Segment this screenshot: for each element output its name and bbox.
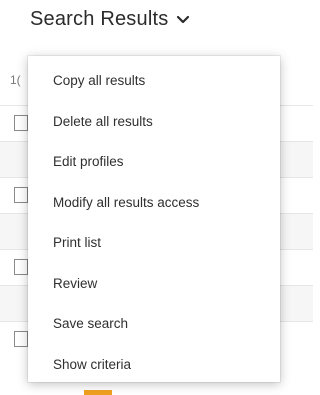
- accent-tab: [84, 390, 112, 395]
- menu-item-print-list[interactable]: Print list: [28, 226, 280, 267]
- menu-item-copy-all-results[interactable]: Copy all results: [28, 64, 280, 105]
- search-results-page: Search Results 1( Copy all results Delet…: [0, 0, 313, 395]
- menu-item-show-criteria[interactable]: Show criteria: [28, 348, 280, 389]
- results-count: 1(: [10, 73, 21, 87]
- page-title: Search Results: [30, 8, 169, 30]
- menu-item-save-search[interactable]: Save search: [28, 307, 280, 348]
- menu-item-review[interactable]: Review: [28, 267, 280, 308]
- row-checkbox[interactable]: [14, 115, 28, 131]
- row-checkbox[interactable]: [14, 331, 28, 347]
- menu-item-edit-profiles[interactable]: Edit profiles: [28, 145, 280, 186]
- search-results-dropdown-toggle[interactable]: Search Results: [30, 8, 190, 31]
- menu-list: Copy all results Delete all results Edit…: [28, 56, 280, 388]
- row-checkbox[interactable]: [14, 187, 28, 203]
- menu-item-delete-all-results[interactable]: Delete all results: [28, 105, 280, 146]
- chevron-down-icon: [177, 15, 190, 23]
- menu-item-modify-all-results-access[interactable]: Modify all results access: [28, 186, 280, 227]
- search-results-menu: Copy all results Delete all results Edit…: [28, 56, 280, 382]
- row-checkbox[interactable]: [14, 259, 28, 275]
